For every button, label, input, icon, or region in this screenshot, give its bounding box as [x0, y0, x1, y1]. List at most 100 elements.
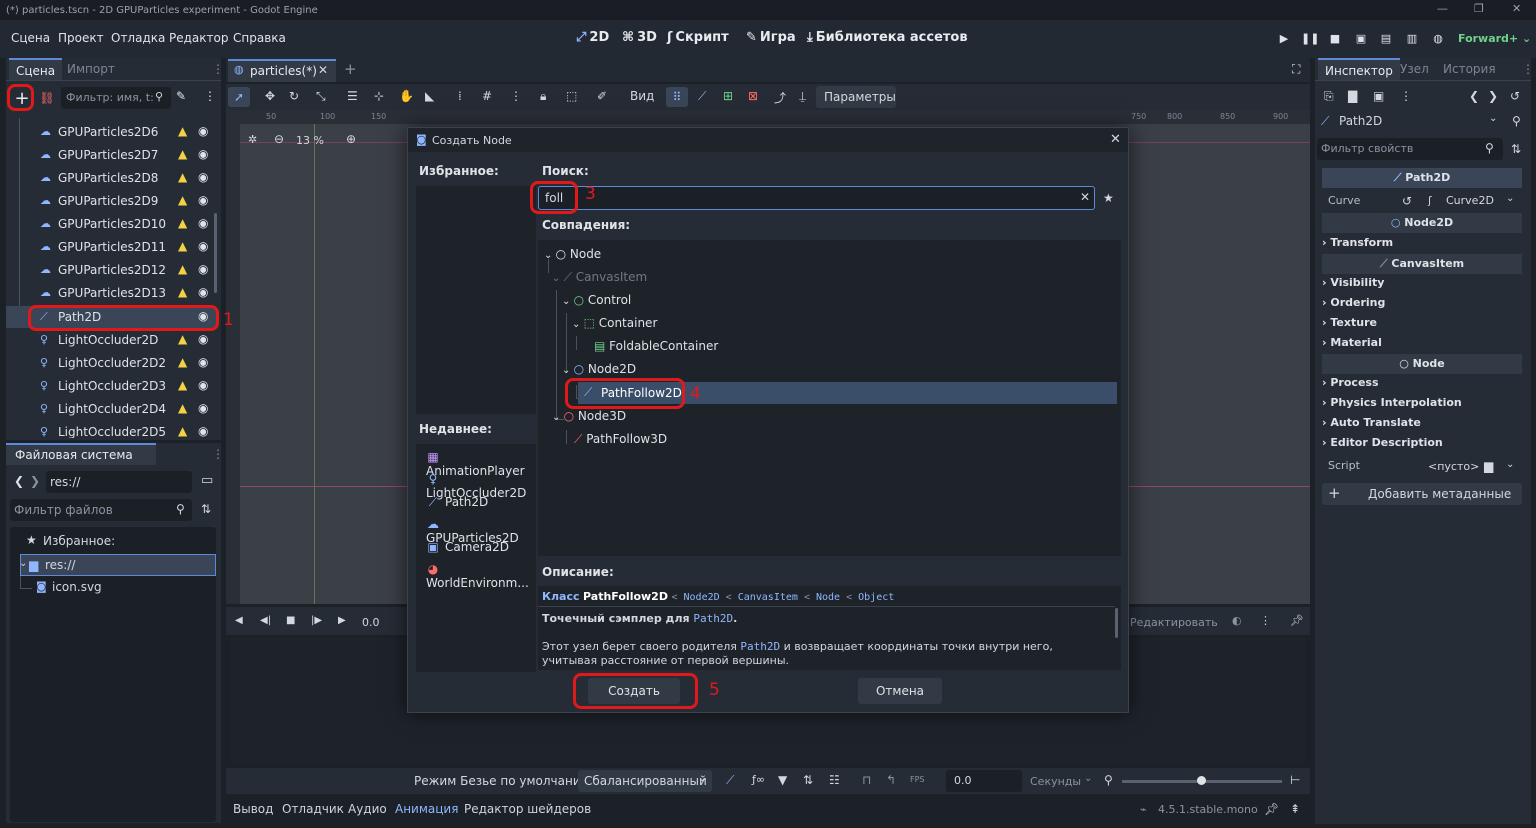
delete-point-icon[interactable]: ⊠	[748, 89, 758, 103]
sort-tracks-icon[interactable]: ⇅	[803, 773, 813, 787]
workspace-2d[interactable]: ⤢ 2D	[576, 30, 609, 45]
tab-history[interactable]: История	[1436, 58, 1503, 80]
tree-node-gpuparticles2d12[interactable]: ☁ GPUParticles2D12 ▲ ◉	[6, 259, 216, 281]
bone-icon[interactable]: ✐	[597, 89, 607, 103]
sort-icon[interactable]: ⇅	[201, 502, 211, 516]
warning-icon[interactable]: ▲	[178, 239, 187, 253]
play-scene-icon[interactable]: ▤	[1378, 32, 1394, 46]
section-auto-translate[interactable]: › Auto Translate	[1322, 416, 1522, 434]
close-window-icon[interactable]: ✕	[1512, 2, 1521, 15]
path-select-icon[interactable]: ⠿	[666, 87, 688, 107]
pin-icon[interactable]: 📌︎	[1290, 614, 1304, 627]
script-value[interactable]: <пусто>	[1428, 460, 1479, 473]
list-tool-icon[interactable]: ☰	[347, 89, 358, 103]
tab-node[interactable]: Узел	[1393, 58, 1436, 80]
snap-field[interactable]: 0.0	[946, 770, 1022, 792]
section-texture[interactable]: › Texture	[1322, 316, 1522, 334]
remote-debug-icon[interactable]: ▣	[1353, 32, 1369, 46]
anim-menu-icon[interactable]: ⋮	[1260, 614, 1271, 627]
unit-select[interactable]: Секунды ⌄	[1026, 770, 1096, 792]
warning-icon[interactable]: ▲	[178, 332, 187, 346]
match-pathfollow3d[interactable]: ⟋ PathFollow3D	[574, 432, 667, 447]
add-point-icon[interactable]: ⊞	[723, 89, 733, 103]
match-canvasitem[interactable]: ⌄ ⟋ CanvasItem	[552, 270, 647, 285]
movie-maker-icon[interactable]: ◍	[1430, 32, 1446, 46]
resource-menu-icon[interactable]: ⋮	[1400, 89, 1412, 103]
filter-icon[interactable]: ▼	[778, 773, 787, 787]
revert-icon[interactable]: ↺	[1402, 194, 1412, 208]
warning-icon[interactable]: ▲	[178, 216, 187, 230]
scene-menu-icon[interactable]: ⋮	[204, 89, 216, 103]
grid-snap-icon[interactable]: #	[482, 89, 492, 103]
warning-icon[interactable]: ▲	[178, 147, 187, 161]
workspace-assetlib[interactable]: ⤓ Библиотека ассетов	[807, 30, 968, 45]
warning-icon[interactable]: ▲	[178, 193, 187, 207]
fps-icon[interactable]: FPS	[910, 775, 925, 784]
create-button[interactable]: Создать	[588, 678, 680, 704]
add-metadata-button[interactable]: + Добавить метаданные	[1322, 483, 1522, 505]
visibility-eye-icon[interactable]: ◉	[198, 147, 208, 161]
edit-anim-button[interactable]: Редактировать	[1130, 616, 1218, 629]
zoom-level[interactable]: 13 %	[296, 134, 324, 147]
visibility-eye-icon[interactable]: ◉	[198, 424, 208, 438]
play-start-icon[interactable]: |▶	[311, 615, 322, 626]
dock-menu-icon[interactable]: ⋮	[212, 447, 224, 461]
pan-tool-icon[interactable]: ✋	[399, 89, 414, 103]
bottom-tab-debugger[interactable]: Отладчик	[282, 802, 344, 816]
bezier-icon[interactable]: ⟋	[726, 773, 734, 788]
attach-script-icon[interactable]: ✎	[176, 89, 186, 103]
match-foldablecontainer[interactable]: ▤ FoldableContainer	[594, 339, 718, 353]
play-anim-icon[interactable]: ▶	[338, 615, 346, 626]
workspace-3d[interactable]: ⌘ 3D	[622, 30, 657, 45]
dock-menu-icon[interactable]: ⋮	[1522, 62, 1534, 76]
tab-scene[interactable]: Сцена	[9, 58, 63, 80]
tree-node-lightoccluder2d4[interactable]: ♀ LightOccluder2D4 ▲ ◉	[6, 398, 216, 420]
stop-icon[interactable]: ■	[1327, 32, 1343, 46]
visibility-eye-icon[interactable]: ◉	[198, 193, 208, 207]
section-visibility[interactable]: › Visibility	[1322, 276, 1522, 294]
tree-node-lightoccluder2d[interactable]: ♀ LightOccluder2D ▲ ◉	[6, 329, 216, 351]
property-filter-input[interactable]: Фильтр свойств ⚲	[1317, 138, 1503, 160]
select-tool-icon[interactable]: ➚	[228, 87, 250, 107]
maximize-icon[interactable]: ❐	[1474, 2, 1484, 15]
menu-editor[interactable]: Редактор	[169, 31, 228, 45]
tree-node-gpuparticles2d11[interactable]: ☁ GPUParticles2D11 ▲ ◉	[6, 236, 216, 258]
instance-link-icon[interactable]: ⛓	[39, 88, 55, 108]
history-back-icon[interactable]: ❮	[1469, 89, 1479, 103]
section-ordering[interactable]: › Ordering	[1322, 296, 1522, 314]
file-tree-root[interactable]: ⌄ ▆ res://	[19, 554, 216, 576]
match-container[interactable]: ⌄ ⬚ Container	[572, 316, 657, 330]
recent-item-camera2d[interactable]: ▣ Camera2D	[426, 540, 509, 554]
dock-menu-icon[interactable]: ⋮	[212, 62, 224, 76]
bottom-tab-shader[interactable]: Редактор шейдеров	[464, 802, 591, 816]
section-process[interactable]: › Process	[1322, 376, 1522, 394]
tree-node-gpuparticles2d6[interactable]: ☁ GPUParticles2D6 ▲ ◉	[6, 121, 216, 143]
time-field[interactable]: 0.0	[362, 616, 380, 629]
track-list-icon[interactable]: ☷	[829, 773, 840, 787]
stop-anim-icon[interactable]: ■	[286, 615, 295, 626]
center-view-icon[interactable]: ✲	[248, 133, 257, 146]
add-node-icon[interactable]: +	[11, 87, 33, 109]
warning-icon[interactable]: ▲	[178, 170, 187, 184]
favorite-star-icon[interactable]: ★	[1103, 191, 1114, 205]
chevron-down-icon[interactable]: ⌄	[1506, 459, 1514, 470]
warning-icon[interactable]: ▲	[178, 285, 187, 299]
tree-node-gpuparticles2d9[interactable]: ☁ GPUParticles2D9 ▲ ◉	[6, 190, 216, 212]
search-node-input[interactable]: foll ✕	[538, 186, 1095, 210]
group-icon[interactable]: ⬚	[566, 89, 577, 103]
folder-icon[interactable]: ▆	[1484, 459, 1493, 473]
rotate-tool-icon[interactable]: ↻	[289, 89, 299, 103]
save-resource-icon[interactable]: ▣	[1373, 89, 1384, 103]
menu-debug[interactable]: Отладка	[111, 31, 165, 45]
visibility-eye-icon[interactable]: ◉	[198, 170, 208, 184]
back-icon[interactable]: ❮	[14, 474, 24, 488]
zoom-in-icon[interactable]: ⊕	[346, 132, 356, 146]
snap-options-icon[interactable]: ⋮	[510, 89, 522, 103]
tree-node-lightoccluder2d2[interactable]: ♀ LightOccluder2D2 ▲ ◉	[6, 352, 216, 374]
bottom-tab-audio[interactable]: Аудио	[348, 802, 387, 816]
tree-node-gpuparticles2d10[interactable]: ☁ GPUParticles2D10 ▲ ◉	[6, 213, 216, 235]
renderer-select[interactable]: Forward+ ⌄	[1458, 32, 1531, 45]
match-pathfollow2d[interactable]: ⟋ PathFollow2D	[578, 382, 1117, 404]
new-tab-icon[interactable]: +	[344, 60, 357, 78]
play-custom-icon[interactable]: ▥	[1404, 32, 1420, 46]
